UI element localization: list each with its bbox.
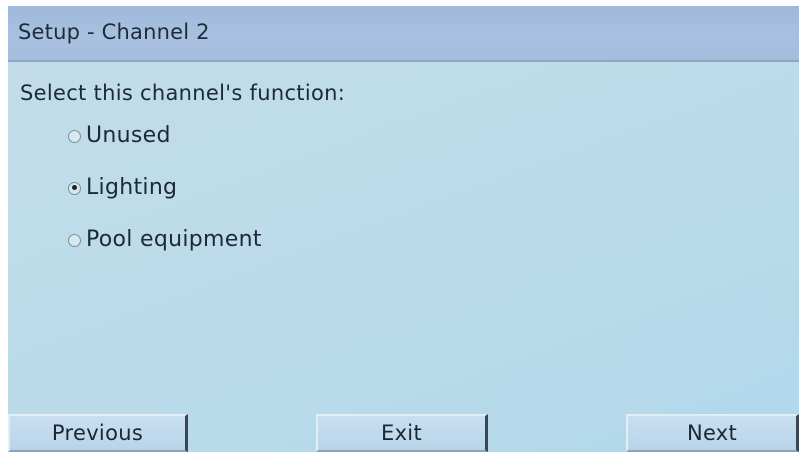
window-title: Setup - Channel 2	[18, 20, 210, 44]
radio-unused-icon[interactable]	[68, 129, 81, 143]
option-pool-equipment[interactable]: Pool equipment	[68, 224, 262, 254]
next-button[interactable]: Next	[626, 414, 799, 452]
option-lighting[interactable]: Lighting	[68, 172, 177, 202]
setup-screen: Setup - Channel 2 Select this channel's …	[8, 6, 799, 452]
radio-lighting-icon[interactable]	[68, 181, 81, 195]
option-label-unused: Unused	[86, 122, 171, 148]
radio-pool-equipment-icon[interactable]	[68, 233, 81, 247]
option-label-pool-equipment: Pool equipment	[86, 226, 262, 252]
function-prompt: Select this channel's function:	[20, 81, 346, 105]
exit-button[interactable]: Exit	[316, 414, 488, 452]
previous-button[interactable]: Previous	[8, 414, 188, 452]
option-unused[interactable]: Unused	[68, 120, 171, 150]
option-label-lighting: Lighting	[86, 174, 178, 200]
title-bar: Setup - Channel 2	[8, 6, 799, 62]
